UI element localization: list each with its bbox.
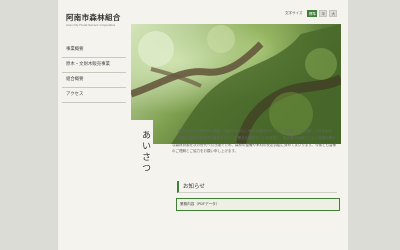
greeting-paragraph: 林業と森林の多面的な機能を活かした健全な森林づくりを目指し、組合員の皆様とともに… <box>172 135 336 154</box>
greeting-paragraph: 当森林組合は徳島県の東部、阿南市を中心に地域の森林を守り育てる組織として活動して… <box>178 129 335 133</box>
greeting-heading: あいさつ <box>140 130 150 174</box>
notice-item-link[interactable]: 業務内容（PDFデータ） <box>177 199 339 209</box>
nav-item-cooperative-overview[interactable]: 組合概要 <box>62 73 126 88</box>
nav-item-access[interactable]: アクセス <box>62 88 126 103</box>
nav-item-timber-sales[interactable]: 原木・文財木販売事業 <box>62 58 126 73</box>
greeting-text: 当森林組合は徳島県の東部、阿南市を中心に地域の森林を守り育てる組織として活動して… <box>172 128 338 155</box>
site-logo[interactable]: 阿南市森林組合 Anan City Forest Owners' Coopera… <box>66 12 128 27</box>
font-size-standard-button[interactable]: 標準 <box>307 9 318 17</box>
font-size-switcher: 文字サイズ 標準 中 大 <box>285 9 338 17</box>
forest-tree-illustration <box>131 24 341 144</box>
font-size-medium-button[interactable]: 中 <box>319 9 328 17</box>
notices-list: 業務内容（PDFデータ） <box>176 198 340 211</box>
greeting-heading-tab: あいさつ <box>131 120 153 180</box>
site-subtitle: Anan City Forest Owners' Cooperative <box>66 24 116 27</box>
sidebar-nav: 事業概要 原木・文財木販売事業 組合概要 アクセス <box>62 43 126 103</box>
nav-item-business-overview[interactable]: 事業概要 <box>62 43 126 58</box>
font-size-large-button[interactable]: 大 <box>329 9 338 17</box>
notices-heading: お知らせ <box>177 181 337 193</box>
hero-image <box>131 24 341 144</box>
site-title: 阿南市森林組合 <box>66 13 121 22</box>
font-size-label: 文字サイズ <box>285 10 303 15</box>
